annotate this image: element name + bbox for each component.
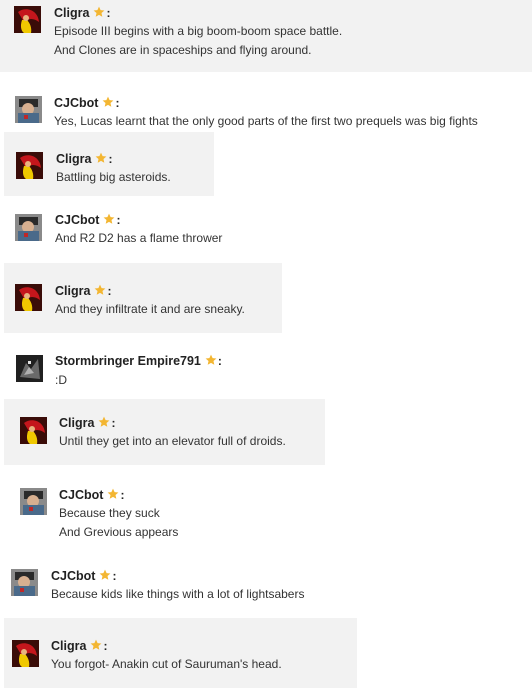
- username[interactable]: Stormbringer Empire791: [55, 354, 201, 368]
- chat-message: Cligra: Episode III begins with a big bo…: [0, 0, 532, 72]
- chat-message: CJCbot: Yes, Lucas learnt that the only …: [0, 90, 532, 130]
- chat-message: CJCbot: Because they suck And Grevious a…: [0, 480, 532, 542]
- message-text: Because they suck: [59, 506, 160, 520]
- message-text: Yes, Lucas learnt that the only good par…: [54, 114, 478, 128]
- message-text: And they infiltrate it and are sneaky.: [55, 302, 245, 316]
- chat-message: Stormbringer Empire791: :D: [0, 346, 532, 394]
- star-icon: [90, 639, 102, 651]
- cligra-avatar[interactable]: [20, 417, 47, 444]
- username[interactable]: Cligra: [56, 152, 91, 166]
- star-icon: [99, 569, 111, 581]
- star-icon: [103, 213, 115, 225]
- username[interactable]: Cligra: [59, 416, 94, 430]
- cjcbot-avatar[interactable]: [11, 569, 38, 596]
- message-text: Episode III begins with a big boom-boom …: [54, 24, 343, 38]
- username[interactable]: CJCbot: [51, 569, 95, 583]
- chat-message: Cligra: Battling big asteroids.: [4, 132, 214, 196]
- username[interactable]: Cligra: [54, 6, 89, 20]
- star-icon: [205, 354, 217, 366]
- username[interactable]: CJCbot: [55, 213, 99, 227]
- message-text: Until they get into an elevator full of …: [59, 434, 286, 448]
- chat-message: Cligra: And they infiltrate it and are s…: [4, 263, 282, 333]
- message-text: And Grevious appears: [59, 525, 179, 539]
- message-text: And Clones are in spaceships and flying …: [54, 43, 312, 57]
- star-icon: [98, 416, 110, 428]
- message-text: :D: [55, 373, 67, 387]
- cjcbot-avatar[interactable]: [15, 214, 42, 241]
- chat-message: CJCbot: And R2 D2 has a flame thrower: [0, 206, 532, 254]
- star-icon: [107, 488, 119, 500]
- cligra-avatar[interactable]: [16, 152, 43, 179]
- username[interactable]: CJCbot: [54, 96, 98, 110]
- username[interactable]: CJCbot: [59, 488, 103, 502]
- username[interactable]: Cligra: [51, 639, 86, 653]
- star-icon: [102, 96, 114, 108]
- cjcbot-avatar[interactable]: [20, 488, 47, 515]
- chat-message: Cligra: You forgot- Anakin cut of Saurum…: [4, 618, 357, 688]
- star-icon: [95, 152, 107, 164]
- cligra-avatar[interactable]: [12, 640, 39, 667]
- cjcbot-avatar[interactable]: [15, 96, 42, 123]
- username[interactable]: Cligra: [55, 284, 90, 298]
- message-text: You forgot- Anakin cut of Sauruman's hea…: [51, 657, 282, 671]
- star-icon: [94, 284, 106, 296]
- chat-message: CJCbot: Because kids like things with a …: [0, 562, 532, 606]
- message-text: Battling big asteroids.: [56, 170, 171, 184]
- chat-message: Cligra: Until they get into an elevator …: [4, 399, 325, 465]
- message-text: Because kids like things with a lot of l…: [51, 587, 305, 601]
- stormbringer-avatar[interactable]: [16, 355, 43, 382]
- cligra-avatar[interactable]: [14, 6, 41, 33]
- message-text: And R2 D2 has a flame thrower: [55, 231, 223, 245]
- star-icon: [93, 6, 105, 18]
- cligra-avatar[interactable]: [15, 284, 42, 311]
